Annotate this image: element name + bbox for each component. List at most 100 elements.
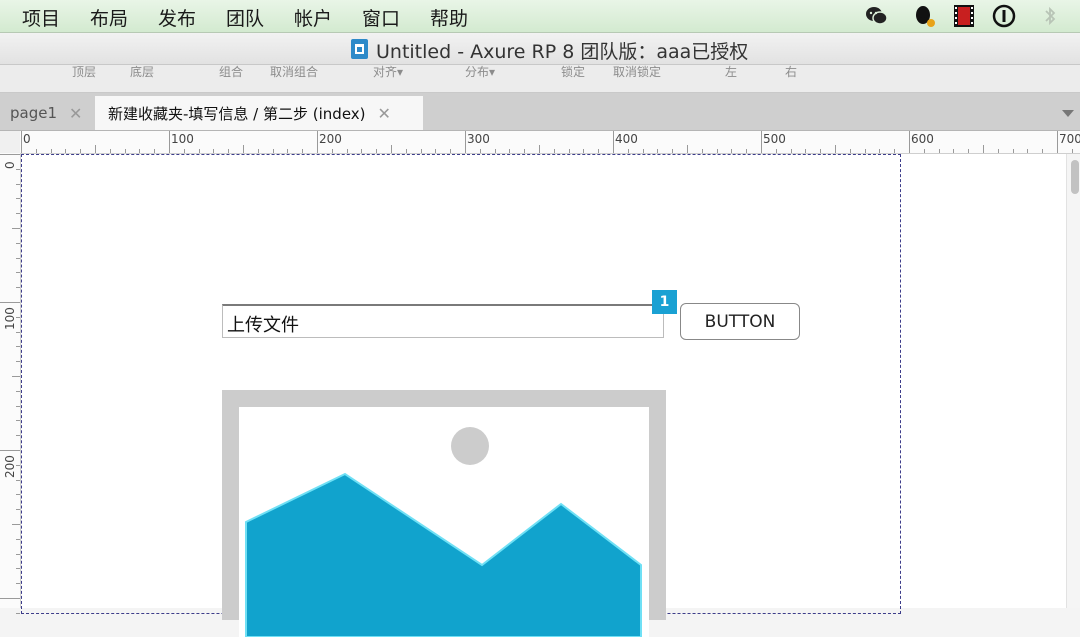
ruler-tick	[12, 524, 20, 525]
ruler-tick	[657, 149, 659, 153]
title-bar: Untitled - Axure RP 8 团队版：aaa已授权	[0, 33, 1080, 65]
ruler-tick	[16, 583, 20, 585]
ruler-tick	[169, 131, 170, 153]
tab-label: 新建收藏夹-填写信息 / 第二步 (index)	[108, 104, 366, 123]
ruler-tick	[598, 149, 600, 153]
ruler-tick	[1027, 149, 1029, 153]
ruler-label: 100	[3, 307, 17, 330]
tab-list-dropdown-icon[interactable]	[1062, 110, 1074, 117]
footnote-badge[interactable]: 1	[652, 290, 677, 314]
ruler-tick	[0, 302, 20, 303]
ruler-tick	[16, 568, 20, 570]
ruler-tick	[16, 390, 20, 392]
ruler-tick	[938, 149, 940, 153]
ruler-tick	[731, 149, 733, 153]
image-placeholder-inner	[239, 407, 649, 637]
ruler-tick	[820, 149, 822, 153]
ruler-tick	[183, 149, 185, 153]
ruler-tick	[583, 149, 585, 153]
ruler-tick	[50, 149, 52, 153]
ruler-tick	[154, 149, 156, 153]
ruler-tick	[16, 509, 20, 511]
ruler-label: 0	[3, 161, 17, 169]
ruler-label: 0	[23, 132, 31, 146]
scrollbar-thumb[interactable]	[1071, 160, 1079, 194]
ruler-tick	[16, 183, 20, 185]
ruler-tick	[701, 149, 703, 153]
ruler-tick	[16, 242, 20, 244]
ruler-tick	[16, 346, 20, 348]
horizontal-ruler: 0 100 200 300 400 500 600 700	[20, 131, 1080, 154]
lock-button[interactable]: 锁定	[561, 65, 585, 80]
ruler-tick	[198, 149, 200, 153]
qq-icon[interactable]	[912, 4, 936, 28]
left-button[interactable]: 左	[725, 65, 737, 80]
ruler-tick	[568, 149, 570, 153]
ruler-label: 500	[763, 132, 786, 146]
ruler-tick	[450, 149, 452, 153]
unlock-button[interactable]: 取消锁定	[613, 65, 661, 80]
ruler-tick	[909, 131, 910, 153]
ruler-tick	[539, 145, 540, 153]
menu-help[interactable]: 帮助	[430, 4, 468, 31]
image-placeholder-widget[interactable]	[222, 390, 666, 637]
menu-window[interactable]: 窗口	[362, 4, 400, 31]
ruler-tick	[65, 149, 67, 153]
ruler-tick	[864, 149, 866, 153]
close-icon[interactable]: ✕	[69, 104, 82, 123]
distribute-button[interactable]: 分布▾	[465, 65, 495, 80]
ruler-tick	[746, 149, 748, 153]
group-button[interactable]: 组合	[219, 65, 243, 80]
menu-bar: 项目 布局 发布 团队 帐户 窗口 帮助	[0, 0, 1080, 33]
ruler-tick	[0, 598, 20, 599]
wechat-icon[interactable]	[864, 4, 888, 28]
right-button[interactable]: 右	[785, 65, 797, 80]
ruler-label: 300	[467, 132, 490, 146]
menu-publish[interactable]: 发布	[158, 4, 196, 31]
bring-to-front-button[interactable]: 顶层	[72, 65, 96, 80]
menu-account[interactable]: 帐户	[294, 4, 332, 31]
ruler-tick	[16, 168, 20, 170]
button-widget[interactable]: BUTTON	[680, 303, 800, 340]
ungroup-button[interactable]: 取消组合	[270, 65, 318, 80]
ruler-tick	[80, 149, 82, 153]
ruler-tick	[213, 149, 215, 153]
ruler-tick	[405, 149, 407, 153]
tab-index[interactable]: 新建收藏夹-填写信息 / 第二步 (index) ✕	[95, 96, 423, 130]
ruler-tick	[16, 612, 20, 614]
ruler-tick	[16, 420, 20, 422]
close-icon[interactable]: ✕	[378, 104, 391, 123]
ruler-tick	[761, 131, 762, 153]
video-icon[interactable]	[952, 4, 976, 28]
upload-file-textbox[interactable]: 上传文件	[222, 304, 664, 338]
send-to-back-button[interactable]: 底层	[130, 65, 154, 80]
ruler-tick	[302, 149, 304, 153]
ruler-tick	[642, 149, 644, 153]
ruler-label: 400	[615, 132, 638, 146]
ruler-tick	[983, 145, 984, 153]
1password-icon[interactable]	[992, 4, 1016, 28]
vertical-scrollbar[interactable]	[1066, 154, 1080, 608]
design-canvas[interactable]: 上传文件 1 BUTTON	[21, 154, 1069, 637]
ruler-tick	[35, 149, 37, 153]
bluetooth-icon[interactable]	[1038, 4, 1062, 28]
menu-team[interactable]: 团队	[226, 4, 264, 31]
tab-page1[interactable]: page1 ✕	[0, 96, 94, 130]
ruler-tick	[287, 149, 289, 153]
menu-layout[interactable]: 布局	[90, 4, 128, 31]
ruler-tick	[124, 149, 126, 153]
ruler-tick	[894, 149, 896, 153]
menu-project[interactable]: 项目	[22, 4, 60, 31]
ruler-tick	[16, 272, 20, 274]
ruler-tick	[16, 553, 20, 555]
align-button[interactable]: 对齐▾	[373, 65, 403, 80]
ruler-tick	[849, 149, 851, 153]
ruler-tick	[16, 361, 20, 363]
ruler-tick	[879, 149, 881, 153]
ruler-tick	[16, 464, 20, 466]
ruler-label: 700	[1059, 132, 1080, 146]
ruler-tick	[139, 149, 141, 153]
ruler-tick	[465, 131, 466, 153]
ruler-tick	[12, 228, 20, 229]
window-title: Untitled - Axure RP 8 团队版：aaa已授权	[376, 41, 749, 63]
